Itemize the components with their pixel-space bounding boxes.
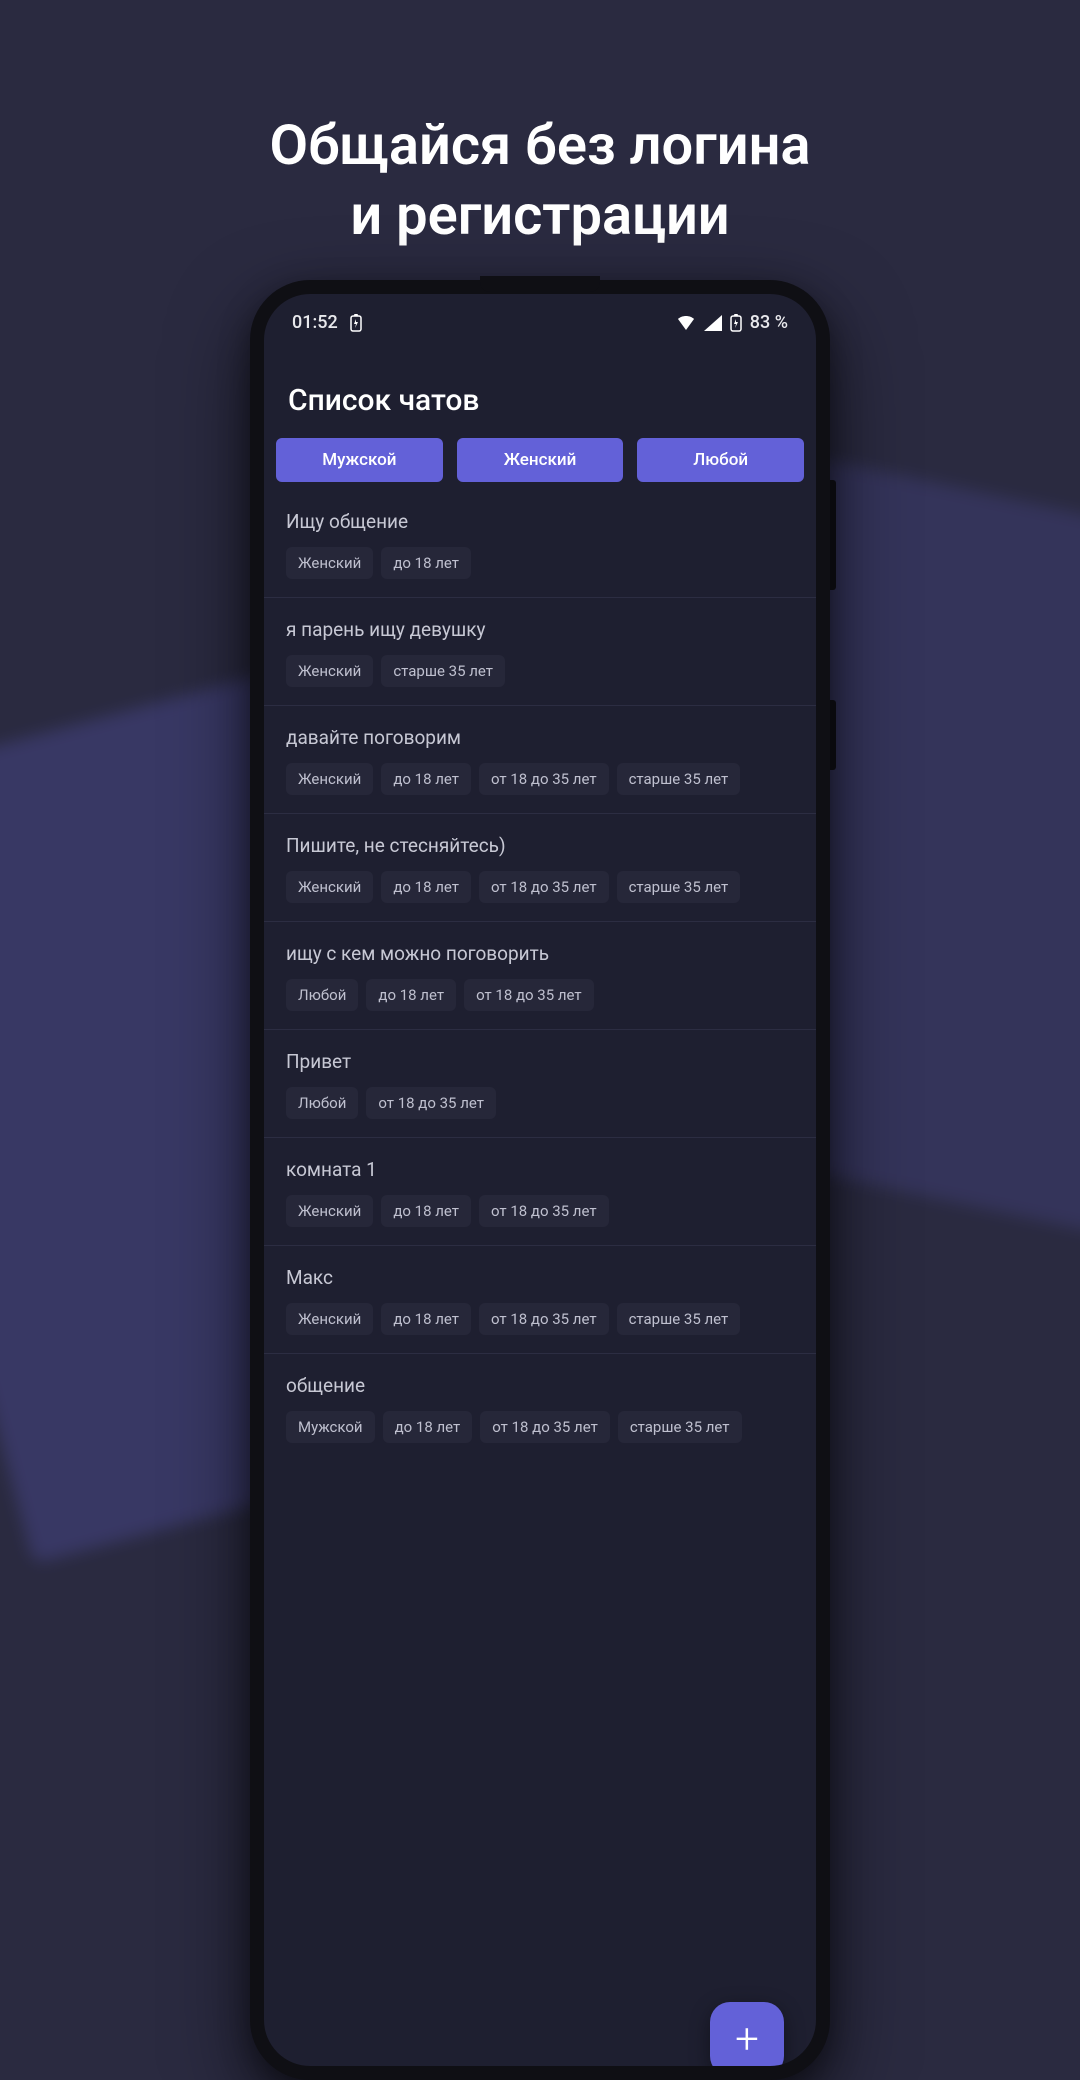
filter-tab-female[interactable]: Женский [457, 438, 624, 482]
cell-signal-icon [704, 315, 722, 331]
chat-tags: Женскийдо 18 лет [286, 547, 794, 579]
status-time: 01:52 [292, 312, 338, 333]
chat-item[interactable]: комната 1 Женскийдо 18 летот 18 до 35 лет [264, 1137, 816, 1245]
filter-tabs: Мужской Женский Любой [264, 438, 816, 490]
chat-tag[interactable]: старше 35 лет [617, 763, 741, 795]
chat-tag[interactable]: до 18 лет [381, 763, 471, 795]
page-title: Список чатов [264, 343, 816, 438]
chat-tag[interactable]: Мужской [286, 1411, 375, 1443]
chat-tag[interactable]: от 18 до 35 лет [479, 871, 609, 903]
create-chat-fab[interactable]: + [710, 2002, 784, 2066]
chat-item[interactable]: ищу с кем можно поговорить Любойдо 18 лет… [264, 921, 816, 1029]
chat-tag[interactable]: от 18 до 35 лет [464, 979, 594, 1011]
promo-line-1: Общайся без логина [0, 110, 1080, 180]
chat-tag[interactable]: до 18 лет [381, 871, 471, 903]
chat-tag[interactable]: Женский [286, 1303, 373, 1335]
chat-tag[interactable]: до 18 лет [383, 1411, 473, 1443]
chat-tag[interactable]: старше 35 лет [617, 871, 741, 903]
plus-icon: + [735, 2015, 759, 2064]
chat-tags: Женскийдо 18 летот 18 до 35 летстарше 35… [286, 763, 794, 795]
chat-tag[interactable]: от 18 до 35 лет [479, 1303, 609, 1335]
chat-tag[interactable]: Женский [286, 547, 373, 579]
chat-tag[interactable]: старше 35 лет [381, 655, 505, 687]
chat-title: Пишите, не стесняйтесь) [286, 834, 794, 857]
chat-tag[interactable]: до 18 лет [381, 1195, 471, 1227]
chat-title: я парень ищу девушку [286, 618, 794, 641]
chat-tag[interactable]: Любой [286, 979, 358, 1011]
phone-screen: 01:52 83 % Список чатов Мужской [264, 294, 816, 2066]
chat-tag[interactable]: старше 35 лет [618, 1411, 742, 1443]
chat-tag[interactable]: от 18 до 35 лет [480, 1411, 610, 1443]
chat-tags: Женскийстарше 35 лет [286, 655, 794, 687]
chat-tag[interactable]: старше 35 лет [617, 1303, 741, 1335]
chat-tags: Женскийдо 18 летот 18 до 35 лет [286, 1195, 794, 1227]
status-right: 83 % [676, 312, 788, 333]
chat-title: общение [286, 1374, 794, 1397]
chat-tag[interactable]: Любой [286, 1087, 358, 1119]
chat-item[interactable]: Ищу общение Женскийдо 18 лет [264, 490, 816, 597]
status-left: 01:52 [292, 312, 362, 333]
chat-item[interactable]: я парень ищу девушку Женскийстарше 35 лет [264, 597, 816, 705]
chat-tag[interactable]: Женский [286, 871, 373, 903]
chat-title: ищу с кем можно поговорить [286, 942, 794, 965]
promo-title: Общайся без логина и регистрации [0, 110, 1080, 250]
status-battery-percent: 83 % [750, 312, 788, 333]
filter-tab-any[interactable]: Любой [637, 438, 804, 482]
chat-tag[interactable]: до 18 лет [381, 1303, 471, 1335]
battery-charging-icon [730, 314, 742, 332]
phone-notch [480, 276, 600, 292]
chat-tag[interactable]: от 18 до 35 лет [479, 1195, 609, 1227]
chat-item[interactable]: давайте поговорим Женскийдо 18 летот 18 д… [264, 705, 816, 813]
chat-tags: Женскийдо 18 летот 18 до 35 летстарше 35… [286, 871, 794, 903]
chat-tag[interactable]: Женский [286, 763, 373, 795]
battery-charging-icon [350, 314, 362, 332]
filter-tab-male[interactable]: Мужской [276, 438, 443, 482]
wifi-icon [676, 315, 696, 331]
phone-side-button [830, 700, 836, 770]
chat-tags: Мужскойдо 18 летот 18 до 35 летстарше 35… [286, 1411, 794, 1443]
chat-tag[interactable]: до 18 лет [366, 979, 456, 1011]
chat-tag[interactable]: от 18 до 35 лет [479, 763, 609, 795]
chat-tag[interactable]: Женский [286, 655, 373, 687]
phone-side-button [830, 480, 836, 590]
chat-item[interactable]: общение Мужскойдо 18 летот 18 до 35 летст… [264, 1353, 816, 1461]
status-bar: 01:52 83 % [264, 294, 816, 343]
chat-tag[interactable]: Женский [286, 1195, 373, 1227]
chat-item[interactable]: Привет Любойот 18 до 35 лет [264, 1029, 816, 1137]
chat-title: Ищу общение [286, 510, 794, 533]
chat-title: Привет [286, 1050, 794, 1073]
chat-tags: Любойдо 18 летот 18 до 35 лет [286, 979, 794, 1011]
chat-tags: Женскийдо 18 летот 18 до 35 летстарше 35… [286, 1303, 794, 1335]
chat-title: Макс [286, 1266, 794, 1289]
chat-title: давайте поговорим [286, 726, 794, 749]
chat-item[interactable]: Макс Женскийдо 18 летот 18 до 35 летстарш… [264, 1245, 816, 1353]
chat-list[interactable]: Ищу общениеЖенскийдо 18 летя парень ищу … [264, 490, 816, 1461]
chat-tags: Любойот 18 до 35 лет [286, 1087, 794, 1119]
chat-item[interactable]: Пишите, не стесняйтесь) Женскийдо 18 лето… [264, 813, 816, 921]
chat-tag[interactable]: от 18 до 35 лет [366, 1087, 496, 1119]
phone-frame: 01:52 83 % Список чатов Мужской [250, 280, 830, 2080]
chat-tag[interactable]: до 18 лет [381, 547, 471, 579]
promo-line-2: и регистрации [0, 180, 1080, 250]
chat-title: комната 1 [286, 1158, 794, 1181]
